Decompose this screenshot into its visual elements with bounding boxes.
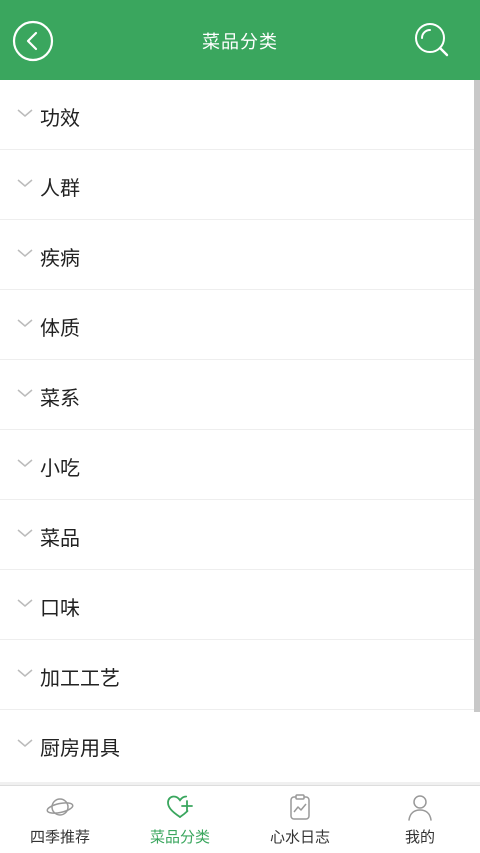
category-row-renqun[interactable]: 人群 (0, 150, 474, 220)
category-row-jibing[interactable]: 疾病 (0, 220, 474, 290)
category-row-kouwei[interactable]: 口味 (0, 570, 474, 640)
category-label: 口味 (40, 596, 80, 620)
page-title: 菜品分类 (202, 32, 278, 53)
chevron-down-icon (17, 599, 33, 607)
bottom-tab-bar: 四季推荐 菜品分类 心水日志 我的 (0, 785, 480, 853)
tab-mine[interactable]: 我的 (360, 786, 480, 853)
chevron-down-icon (17, 459, 33, 467)
heart-plus-icon (167, 795, 193, 818)
category-row-tizhi[interactable]: 体质 (0, 290, 474, 360)
chevron-down-icon (17, 319, 33, 327)
chevron-down-icon (17, 529, 33, 537)
tab-label: 四季推荐 (29, 828, 90, 846)
category-label: 厨房用具 (40, 736, 120, 760)
tab-diary[interactable]: 心水日志 (240, 786, 360, 853)
search-icon (415, 23, 449, 57)
tab-label: 心水日志 (269, 828, 330, 846)
category-label: 功效 (40, 106, 80, 130)
category-row-xiaochi[interactable]: 小吃 (0, 430, 474, 500)
category-row-chufang[interactable]: 厨房用具 (0, 710, 474, 780)
category-label: 小吃 (40, 456, 80, 480)
category-row-caixi[interactable]: 菜系 (0, 360, 474, 430)
category-list: 功效 人群 疾病 体质 菜系 小吃 菜品 口味 加工工艺 厨房用具 (0, 80, 474, 780)
chevron-down-icon (17, 249, 33, 257)
category-label: 疾病 (40, 246, 80, 270)
category-row-gongxiao[interactable]: 功效 (0, 80, 474, 150)
category-label: 菜系 (40, 386, 80, 410)
app-screen: 菜品分类 功效 人群 疾病 体质 菜系 小吃 菜品 口味 加工工艺 厨房用具 四… (0, 0, 480, 853)
chevron-down-icon (17, 739, 33, 747)
category-label: 人群 (40, 176, 80, 200)
clipboard-chart-icon (290, 794, 310, 820)
category-row-jiagong[interactable]: 加工工艺 (0, 640, 474, 710)
tab-dish-category[interactable]: 菜品分类 (120, 786, 240, 853)
category-label: 体质 (40, 316, 80, 340)
tab-seasonal[interactable]: 四季推荐 (0, 786, 120, 853)
chevron-down-icon (17, 109, 33, 117)
category-label: 加工工艺 (40, 666, 120, 690)
chevron-down-icon (17, 389, 33, 397)
user-icon (408, 795, 432, 821)
category-label: 菜品 (40, 526, 80, 550)
tab-label: 菜品分类 (149, 828, 210, 846)
chevron-down-icon (17, 669, 33, 677)
search-button[interactable] (412, 20, 452, 60)
tab-label: 我的 (404, 828, 435, 846)
chevron-down-icon (17, 179, 33, 187)
scrollbar[interactable] (474, 80, 480, 712)
planet-icon (46, 798, 74, 816)
header-bar: 菜品分类 (0, 0, 480, 80)
category-row-caipin[interactable]: 菜品 (0, 500, 474, 570)
